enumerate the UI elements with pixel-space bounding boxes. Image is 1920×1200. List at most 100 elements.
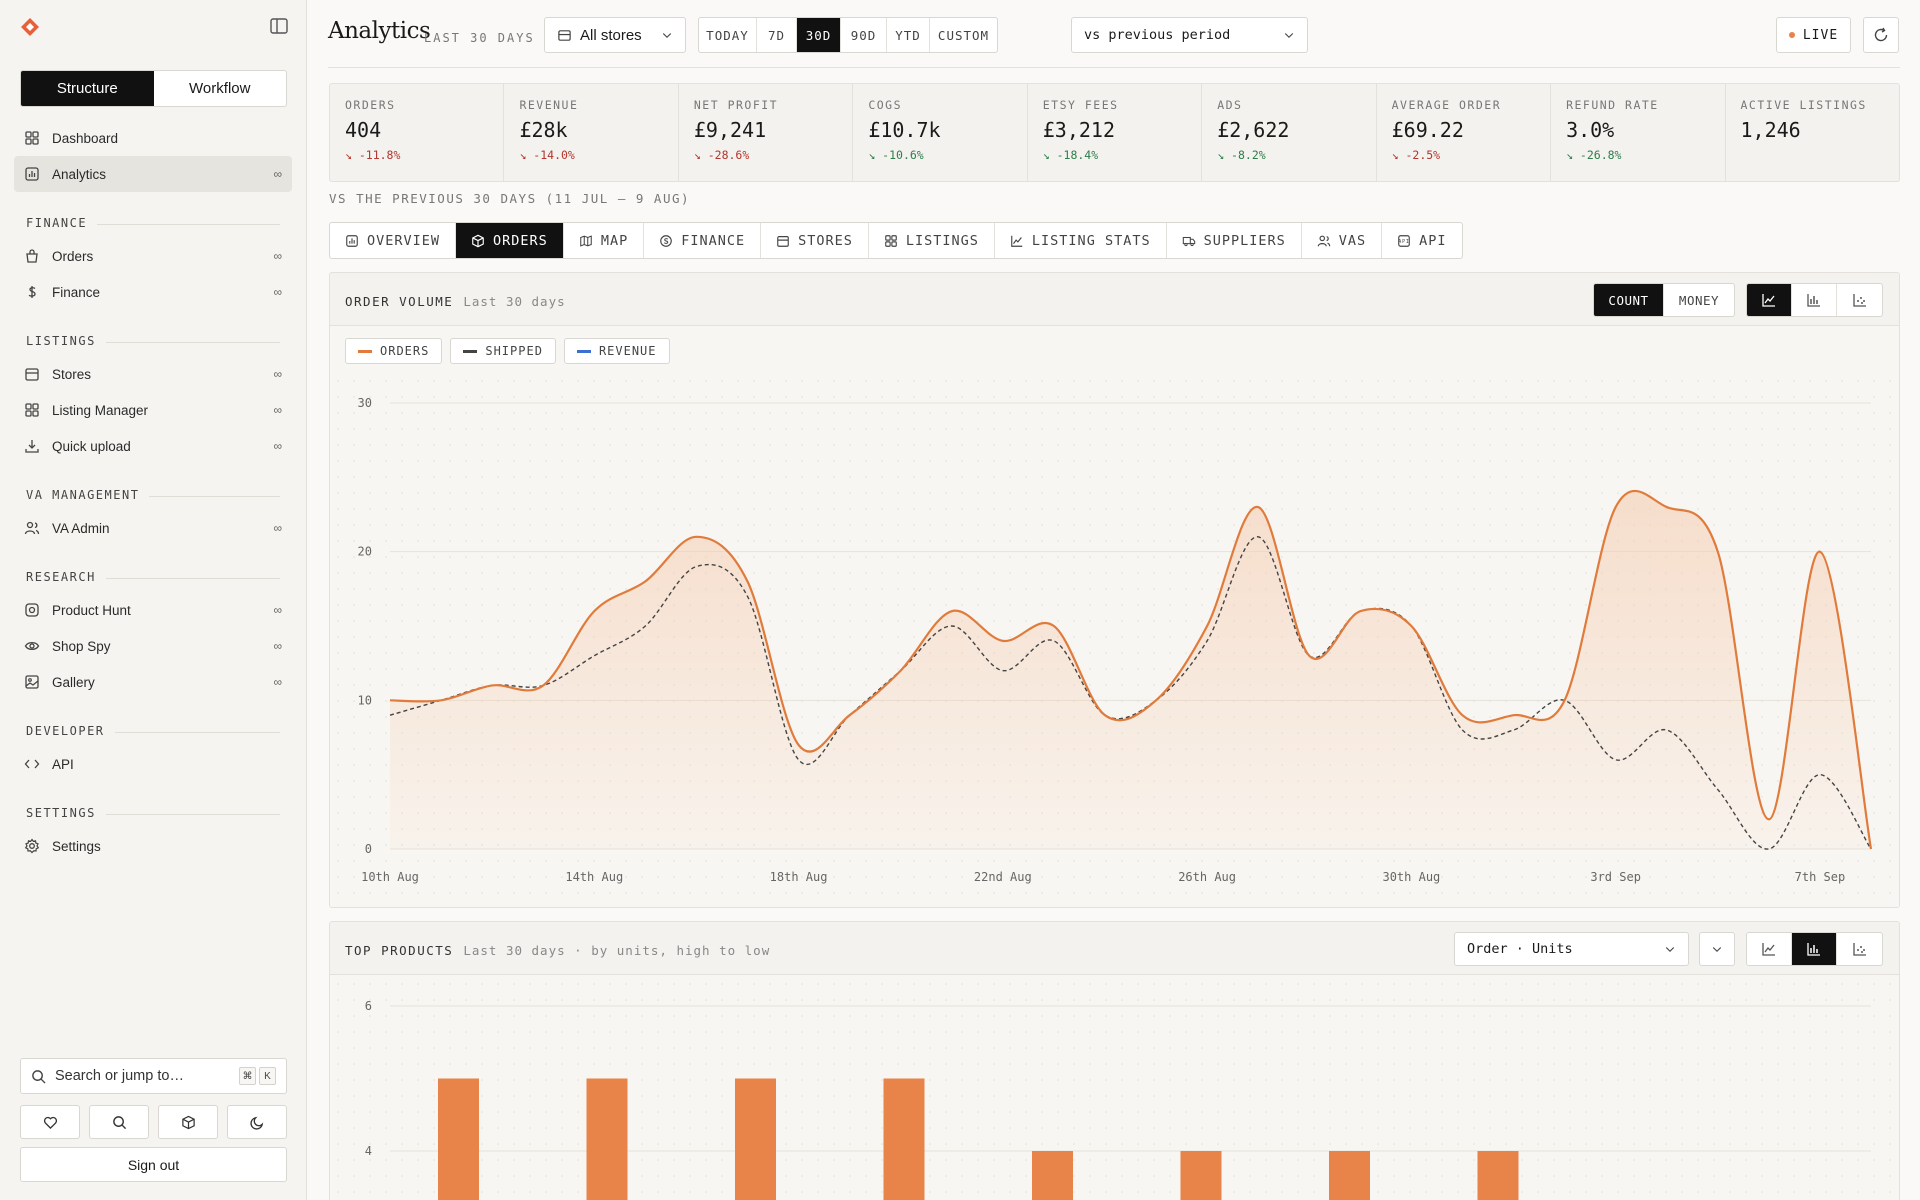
point-shipped[interactable] — [538, 680, 548, 690]
bar-chart-button[interactable] — [1792, 284, 1837, 316]
money-toggle[interactable]: MONEY — [1664, 284, 1734, 316]
point-shipped[interactable] — [589, 651, 599, 661]
range-7d[interactable]: 7D — [757, 18, 797, 52]
sidebar-item-listing-manager[interactable]: Listing Manager ∞ — [14, 392, 292, 428]
segment-workflow[interactable]: Workflow — [154, 71, 287, 106]
legend-revenue[interactable]: REVENUE — [563, 338, 670, 364]
point-orders[interactable] — [1611, 502, 1621, 512]
point-shipped[interactable] — [742, 591, 752, 601]
point-shipped[interactable] — [1049, 636, 1059, 646]
bar[interactable] — [735, 1078, 776, 1200]
point-orders[interactable] — [1049, 621, 1059, 631]
bar[interactable] — [1477, 1151, 1519, 1200]
point-shipped[interactable] — [1253, 532, 1263, 542]
point-shipped[interactable] — [1713, 785, 1723, 795]
point-shipped[interactable] — [947, 621, 957, 631]
line-chart-button[interactable] — [1747, 284, 1792, 316]
point-orders[interactable] — [794, 740, 804, 750]
point-shipped[interactable] — [1100, 710, 1110, 720]
point-orders[interactable] — [947, 606, 957, 616]
point-orders[interactable] — [998, 636, 1008, 646]
order-units-select[interactable]: Order · Units — [1454, 932, 1689, 966]
tab-overview[interactable]: OVERVIEW — [330, 223, 457, 258]
range-90d[interactable]: 90D — [841, 18, 887, 52]
point-orders[interactable] — [1253, 502, 1263, 512]
store-select[interactable]: All stores — [544, 17, 686, 53]
segment-structure[interactable]: Structure — [21, 71, 154, 106]
tab-suppliers[interactable]: SUPPLIERS — [1167, 223, 1302, 258]
package-button[interactable] — [158, 1105, 218, 1139]
point-shipped[interactable] — [1457, 725, 1467, 735]
range-30d[interactable]: 30D — [797, 18, 841, 52]
sidebar-item-finance[interactable]: Finance ∞ — [14, 274, 292, 310]
scatter-chart-button[interactable] — [1837, 284, 1882, 316]
point-shipped[interactable] — [1611, 755, 1621, 765]
point-orders[interactable] — [385, 695, 395, 705]
sort-direction-button[interactable] — [1699, 932, 1735, 966]
point-shipped[interactable] — [1662, 725, 1672, 735]
favorites-button[interactable] — [20, 1105, 80, 1139]
search-button[interactable] — [89, 1105, 149, 1139]
point-shipped[interactable] — [1406, 621, 1416, 631]
point-orders[interactable] — [691, 532, 701, 542]
point-shipped[interactable] — [1866, 844, 1876, 854]
point-orders[interactable] — [1202, 621, 1212, 631]
sidebar-item-va-admin[interactable]: VA Admin ∞ — [14, 510, 292, 546]
tab-orders[interactable]: ORDERS — [456, 223, 564, 258]
point-shipped[interactable] — [1304, 651, 1314, 661]
compare-select[interactable]: vs previous period — [1071, 17, 1308, 53]
sidebar-item-dashboard[interactable]: Dashboard — [14, 120, 292, 156]
point-shipped[interactable] — [691, 562, 701, 572]
point-orders[interactable] — [640, 576, 650, 586]
live-button[interactable]: LIVE — [1776, 17, 1851, 53]
sidebar-item-shop-spy[interactable]: Shop Spy ∞ — [14, 628, 292, 664]
bar[interactable] — [1329, 1151, 1370, 1200]
point-orders[interactable] — [1457, 710, 1467, 720]
sidebar-item-settings[interactable]: Settings — [14, 828, 292, 864]
tab-finance[interactable]: FINANCE — [644, 223, 762, 258]
point-orders[interactable] — [742, 576, 752, 586]
point-shipped[interactable] — [385, 710, 395, 720]
point-shipped[interactable] — [1509, 725, 1519, 735]
point-orders[interactable] — [1815, 547, 1825, 557]
point-shipped[interactable] — [896, 666, 906, 676]
scatter-chart-button[interactable] — [1837, 933, 1882, 965]
point-shipped[interactable] — [1151, 695, 1161, 705]
point-orders[interactable] — [1713, 547, 1723, 557]
tab-vas[interactable]: VAS — [1302, 223, 1383, 258]
tab-api[interactable]: API API — [1382, 223, 1461, 258]
line-chart-button[interactable] — [1747, 933, 1792, 965]
range-custom[interactable]: CUSTOM — [930, 18, 997, 52]
sidebar-item-orders[interactable]: Orders ∞ — [14, 238, 292, 274]
sidebar-item-gallery[interactable]: Gallery ∞ — [14, 664, 292, 700]
sidebar-item-stores[interactable]: Stores ∞ — [14, 356, 292, 392]
point-shipped[interactable] — [794, 755, 804, 765]
sign-out-button[interactable]: Sign out — [20, 1147, 287, 1182]
tab-stores[interactable]: STORES — [761, 223, 869, 258]
legend-shipped[interactable]: SHIPPED — [450, 338, 556, 364]
point-shipped[interactable] — [1355, 606, 1365, 616]
point-shipped[interactable] — [487, 680, 497, 690]
theme-button[interactable] — [227, 1105, 287, 1139]
point-shipped[interactable] — [1560, 695, 1570, 705]
point-shipped[interactable] — [436, 695, 446, 705]
point-shipped[interactable] — [1764, 844, 1774, 854]
legend-orders[interactable]: ORDERS — [345, 338, 443, 364]
search-input[interactable]: Search or jump to… ⌘ K — [20, 1058, 287, 1094]
range-today[interactable]: TODAY — [699, 18, 757, 52]
bar[interactable] — [438, 1078, 479, 1200]
point-shipped[interactable] — [845, 710, 855, 720]
tab-map[interactable]: MAP — [564, 223, 645, 258]
point-orders[interactable] — [589, 606, 599, 616]
bar[interactable] — [1032, 1151, 1073, 1200]
sidebar-item-api[interactable]: API — [14, 746, 292, 782]
point-orders[interactable] — [1509, 710, 1519, 720]
tab-listings[interactable]: LISTINGS — [869, 223, 995, 258]
point-shipped[interactable] — [640, 621, 650, 631]
bar[interactable] — [883, 1078, 925, 1200]
point-shipped[interactable] — [1202, 636, 1212, 646]
count-toggle[interactable]: COUNT — [1594, 284, 1664, 316]
point-shipped[interactable] — [998, 666, 1008, 676]
bar-chart-button[interactable] — [1792, 933, 1837, 965]
range-ytd[interactable]: YTD — [887, 18, 930, 52]
